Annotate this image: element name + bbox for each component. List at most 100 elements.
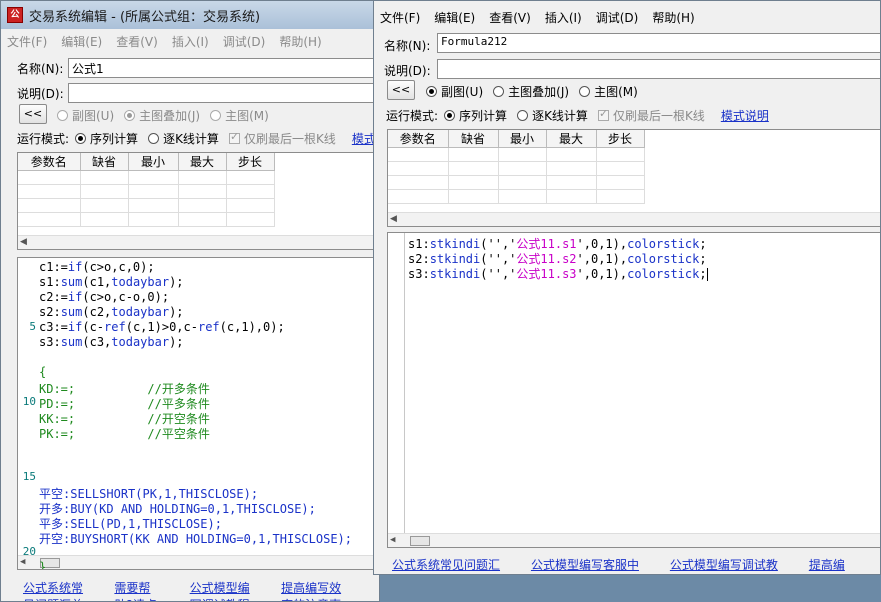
table-row[interactable] bbox=[18, 212, 275, 227]
scroll-left-icon[interactable]: ◀ bbox=[20, 237, 27, 247]
menu-edit[interactable]: 编辑(E) bbox=[61, 33, 102, 50]
opt-sub-chart[interactable]: 副图(U) bbox=[426, 83, 483, 100]
back-name-input[interactable]: 公式1 bbox=[68, 58, 379, 78]
link-faq[interactable]: 公式系统常见问题汇总 bbox=[23, 579, 88, 601]
scroll-left-icon[interactable]: ◀ bbox=[390, 535, 395, 545]
back-title-bar[interactable]: 公 交易系统编辑 - (所属公式组：交易系统) bbox=[1, 1, 379, 29]
code-line[interactable]: { bbox=[39, 365, 46, 379]
table-row[interactable] bbox=[388, 189, 645, 204]
code-line[interactable]: s3:stkindi('','公式11.s3',0,1),colorstick; bbox=[408, 265, 708, 282]
menu-view[interactable]: 查看(V) bbox=[489, 9, 531, 26]
code-scrollbar[interactable]: ◀ bbox=[18, 555, 379, 569]
link-help[interactable]: 需要帮助?请点我 bbox=[114, 579, 163, 601]
code-token: sum bbox=[60, 275, 83, 289]
code-line[interactable]: c3:=if(c-ref(c,1)>0,c-ref(c,1),0); bbox=[39, 320, 285, 334]
table-row[interactable] bbox=[388, 161, 645, 176]
menu-insert[interactable]: 插入(I) bbox=[172, 33, 209, 50]
menu-insert[interactable]: 插入(I) bbox=[545, 9, 582, 26]
link-efficiency-tips[interactable]: 提高编写 bbox=[809, 556, 854, 574]
link-debug-tutorial[interactable]: 公式模型编写调试教程 bbox=[670, 556, 783, 574]
code-token: ('',' bbox=[480, 267, 517, 281]
opt-series-calc[interactable]: 序列计算 bbox=[75, 130, 138, 147]
menu-edit[interactable]: 编辑(E) bbox=[434, 9, 475, 26]
code-line[interactable]: s1:sum(c1,todaybar); bbox=[39, 275, 184, 289]
code-line[interactable]: PK:=; //平空条件 bbox=[39, 425, 210, 442]
code-line[interactable]: s3:sum(c3,todaybar); bbox=[39, 335, 184, 349]
code-token: ; bbox=[699, 237, 707, 251]
checkbox-icon bbox=[228, 130, 240, 144]
code-token: ref bbox=[104, 320, 126, 334]
run-mode-label: 运行模式: bbox=[17, 132, 70, 146]
menu-help[interactable]: 帮助(H) bbox=[279, 33, 321, 50]
code-token: (c2, bbox=[82, 305, 112, 319]
code-token: PD:=; //平多条件 bbox=[39, 397, 210, 411]
link-faq[interactable]: 公式系统常见问题汇总 bbox=[392, 556, 505, 574]
opt-series-calc[interactable]: 序列计算 bbox=[444, 107, 507, 124]
front-editor-window: 文件(F) 编辑(E) 查看(V) 插入(I) 调试(D) 帮助(H) 名称(N… bbox=[373, 0, 881, 575]
code-line[interactable]: c1:=if(c>o,c,0); bbox=[39, 260, 155, 274]
link-support-center[interactable]: 公式模型编写客服中心 bbox=[531, 556, 644, 574]
front-collapse-button[interactable]: << bbox=[387, 80, 415, 100]
code-token: 公式11.s3 bbox=[516, 267, 577, 281]
back-menu-bar: 文件(F) 编辑(E) 查看(V) 插入(I) 调试(D) 帮助(H) bbox=[1, 31, 379, 51]
back-code-editor[interactable]: 5 10 15 20 ◀ c1:=if(c>o,c,0); s1:sum(c1,t… bbox=[17, 257, 379, 570]
menu-file[interactable]: 文件(F) bbox=[7, 33, 47, 50]
code-token: if bbox=[67, 320, 83, 334]
opt-main-chart[interactable]: 主图(M) bbox=[210, 107, 269, 124]
menu-debug[interactable]: 调试(D) bbox=[223, 33, 266, 50]
front-code-editor[interactable]: ◀ s1:stkindi('','公式11.s1',0,1),colorstic… bbox=[387, 232, 880, 548]
app-icon: 公 bbox=[7, 7, 23, 23]
opt-refresh-last-bar[interactable]: 仅刷最后一根K线 bbox=[228, 130, 336, 147]
radio-icon bbox=[210, 110, 222, 121]
link-debug-tutorial[interactable]: 公式模型编写调试教程 bbox=[190, 579, 255, 601]
mode-help-link[interactable]: 模式说明 bbox=[721, 107, 769, 124]
scroll-thumb[interactable] bbox=[410, 536, 430, 546]
table-row[interactable] bbox=[18, 170, 275, 185]
menu-view[interactable]: 查看(V) bbox=[116, 33, 158, 50]
code-line[interactable]: c2:=if(c>o,c-o,0); bbox=[39, 290, 169, 304]
table-row[interactable] bbox=[18, 184, 275, 199]
code-token: } bbox=[39, 560, 47, 570]
scroll-left-icon[interactable]: ◀ bbox=[390, 214, 397, 224]
code-token: 公式11.s1 bbox=[516, 237, 577, 251]
menu-debug[interactable]: 调试(D) bbox=[596, 9, 639, 26]
code-token: (c,1)>0,c- bbox=[125, 320, 198, 334]
back-param-table[interactable]: 参数名 缺省 最小 最大 步长 ◀ bbox=[17, 152, 379, 250]
front-desc-input[interactable] bbox=[437, 59, 880, 79]
col-default: 缺省 bbox=[448, 130, 499, 148]
col-step: 步长 bbox=[226, 153, 275, 171]
back-desc-input[interactable] bbox=[68, 83, 379, 103]
opt-refresh-last-bar[interactable]: 仅刷最后一根K线 bbox=[597, 107, 705, 124]
code-scrollbar[interactable]: ◀ bbox=[388, 533, 880, 547]
desc-label: 说明(D): bbox=[17, 87, 64, 101]
code-line[interactable]: } bbox=[39, 560, 47, 570]
front-param-table[interactable]: 参数名 缺省 最小 最大 步长 ◀ bbox=[387, 129, 880, 227]
opt-main-overlay[interactable]: 主图叠加(J) bbox=[493, 83, 569, 100]
table-row[interactable] bbox=[388, 147, 645, 162]
scroll-left-icon[interactable]: ◀ bbox=[20, 557, 25, 567]
back-collapse-button[interactable]: << bbox=[19, 104, 47, 124]
param-table-scrollbar[interactable]: ◀ bbox=[18, 235, 379, 249]
menu-file[interactable]: 文件(F) bbox=[380, 9, 420, 26]
code-token: ); bbox=[169, 335, 184, 349]
code-token: ('',' bbox=[480, 252, 517, 266]
table-row[interactable] bbox=[388, 175, 645, 190]
code-line[interactable]: 开空:BUYSHORT(KK AND HOLDING=0,1,THISCLOSE… bbox=[39, 530, 352, 547]
opt-main-chart[interactable]: 主图(M) bbox=[579, 83, 638, 100]
code-token: 平多 bbox=[39, 517, 64, 531]
opt-per-bar-calc[interactable]: 逐K线计算 bbox=[517, 107, 588, 124]
code-token: if bbox=[67, 260, 83, 274]
col-max: 最大 bbox=[178, 153, 227, 171]
table-row[interactable] bbox=[18, 198, 275, 213]
menu-help[interactable]: 帮助(H) bbox=[652, 9, 694, 26]
opt-main-overlay[interactable]: 主图叠加(J) bbox=[124, 107, 200, 124]
back-desc-row: 说明(D): bbox=[17, 85, 64, 102]
link-efficiency-tips[interactable]: 提高编写效率的注意事项 bbox=[281, 579, 353, 601]
opt-per-bar-calc[interactable]: 逐K线计算 bbox=[148, 130, 219, 147]
param-table-scrollbar[interactable]: ◀ bbox=[388, 212, 880, 226]
front-name-input[interactable]: Formula212 bbox=[437, 33, 880, 53]
opt-sub-chart[interactable]: 副图(U) bbox=[57, 107, 114, 124]
code-token: (c>o,c,0); bbox=[82, 260, 155, 274]
code-line[interactable]: s2:sum(c2,todaybar); bbox=[39, 305, 184, 319]
back-footer-links: 公式系统常见问题汇总 需要帮助?请点我 公式模型编写调试教程 提高编写效率的注意… bbox=[23, 579, 379, 601]
